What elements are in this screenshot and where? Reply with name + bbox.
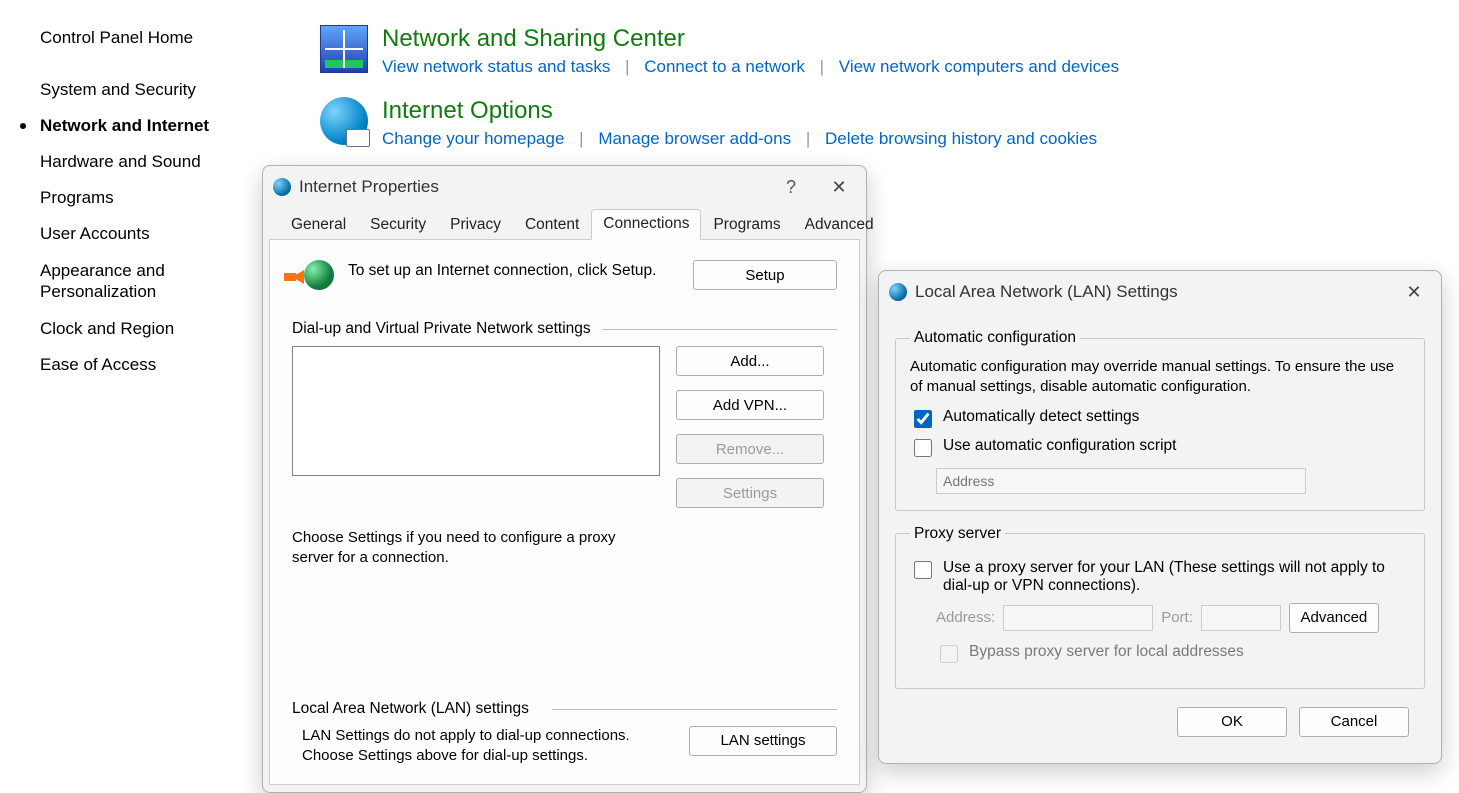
tab-security[interactable]: Security [358,210,438,240]
checkbox-use-proxy-input[interactable] [914,561,932,579]
link-change-homepage[interactable]: Change your homepage [382,129,564,148]
auto-config-legend: Automatic configuration [910,329,1080,347]
dialog-title: Internet Properties [299,177,766,197]
lan-settings-dialog: Local Area Network (LAN) Settings ✕ Auto… [878,270,1442,764]
sidebar-item-clock-region[interactable]: Clock and Region [20,311,260,347]
globe-icon [889,283,907,301]
auto-config-desc: Automatic configuration may override man… [910,357,1410,398]
close-button[interactable]: ✕ [816,171,862,203]
checkbox-bypass-local: Bypass proxy server for local addresses [936,643,1410,666]
sidebar-item-system-security[interactable]: System and Security [20,72,260,108]
lan-text: LAN Settings do not apply to dial-up con… [292,726,673,767]
tab-advanced[interactable]: Advanced [793,210,886,240]
lan-group-label: Local Area Network (LAN) settings [292,700,837,718]
internet-properties-dialog: Internet Properties ? ✕ General Security… [262,165,867,793]
titlebar[interactable]: Local Area Network (LAN) Settings ✕ [879,271,1441,313]
link-manage-addons[interactable]: Manage browser add-ons [598,129,791,148]
proxy-port-label: Port: [1161,609,1193,626]
tab-programs[interactable]: Programs [701,210,792,240]
proxy-legend: Proxy server [910,525,1005,543]
dialog-footer: OK Cancel [895,703,1425,737]
settings-button: Settings [676,478,824,508]
titlebar[interactable]: Internet Properties ? ✕ [263,166,866,208]
proxy-port-input [1201,605,1281,631]
sidebar-item-appearance[interactable]: Appearance and Personalization [20,252,260,311]
tab-connections[interactable]: Connections [591,209,701,240]
sidebar: Control Panel Home System and Security N… [20,20,260,383]
setup-text: To set up an Internet connection, click … [348,260,679,282]
checkbox-auto-script[interactable]: Use automatic configuration script [910,437,1410,460]
checkbox-auto-detect-label: Automatically detect settings [943,408,1139,426]
network-sharing-center-icon [320,25,368,73]
proxy-server-group: Proxy server Use a proxy server for your… [895,525,1425,689]
proxy-address-label: Address: [936,609,995,626]
internet-options-icon [320,97,368,145]
add-vpn-button[interactable]: Add VPN... [676,390,824,420]
checkbox-use-proxy[interactable]: Use a proxy server for your LAN (These s… [910,559,1410,595]
sidebar-item-control-panel-home[interactable]: Control Panel Home [20,20,260,56]
category-network: Network and Sharing Center View network … [320,25,1439,77]
category-title-network[interactable]: Network and Sharing Center [382,25,1439,53]
checkbox-use-proxy-label: Use a proxy server for your LAN (These s… [943,559,1410,595]
sidebar-item-network-internet[interactable]: Network and Internet [20,108,260,144]
tab-privacy[interactable]: Privacy [438,210,513,240]
add-button[interactable]: Add... [676,346,824,376]
link-view-computers[interactable]: View network computers and devices [839,57,1119,76]
remove-button: Remove... [676,434,824,464]
setup-button[interactable]: Setup [693,260,837,290]
category-title-internet[interactable]: Internet Options [382,97,1439,125]
checkbox-auto-detect-input[interactable] [914,410,932,428]
help-button[interactable]: ? [774,171,808,203]
lan-body: Automatic configuration Automatic config… [879,313,1441,753]
sidebar-item-hardware-sound[interactable]: Hardware and Sound [20,144,260,180]
automatic-configuration-group: Automatic configuration Automatic config… [895,329,1425,511]
checkbox-auto-script-input[interactable] [914,439,932,457]
checkbox-bypass-local-input [940,645,958,663]
link-delete-history[interactable]: Delete browsing history and cookies [825,129,1097,148]
checkbox-auto-detect[interactable]: Automatically detect settings [910,408,1410,431]
auto-config-address-input [936,468,1306,494]
cancel-button[interactable]: Cancel [1299,707,1409,737]
setup-connection-icon [292,260,334,296]
sidebar-item-ease-of-access[interactable]: Ease of Access [20,347,260,383]
proxy-address-input [1003,605,1153,631]
dialup-listbox[interactable] [292,346,660,476]
link-connect-network[interactable]: Connect to a network [644,57,805,76]
main-content: Network and Sharing Center View network … [320,25,1439,169]
advanced-button[interactable]: Advanced [1289,603,1379,633]
checkbox-bypass-local-label: Bypass proxy server for local addresses [969,643,1244,661]
link-separator: | [806,129,810,148]
close-button[interactable]: ✕ [1391,276,1437,308]
sidebar-item-user-accounts[interactable]: User Accounts [20,216,260,252]
ok-button[interactable]: OK [1177,707,1287,737]
globe-icon [273,178,291,196]
link-separator: | [820,57,824,76]
sidebar-item-programs[interactable]: Programs [20,180,260,216]
link-separator: | [579,129,583,148]
choose-settings-text: Choose Settings if you need to configure… [292,528,642,569]
checkbox-auto-script-label: Use automatic configuration script [943,437,1176,455]
lan-settings-button[interactable]: LAN settings [689,726,837,756]
link-separator: | [625,57,629,76]
dialog-title: Local Area Network (LAN) Settings [915,282,1383,302]
link-view-network-status[interactable]: View network status and tasks [382,57,610,76]
tab-body-connections: To set up an Internet connection, click … [269,240,860,785]
dialup-group-label: Dial-up and Virtual Private Network sett… [292,320,837,338]
tab-content[interactable]: Content [513,210,591,240]
tab-general[interactable]: General [279,210,358,240]
category-internet: Internet Options Change your homepage | … [320,97,1439,149]
tab-row: General Security Privacy Content Connect… [269,208,860,240]
